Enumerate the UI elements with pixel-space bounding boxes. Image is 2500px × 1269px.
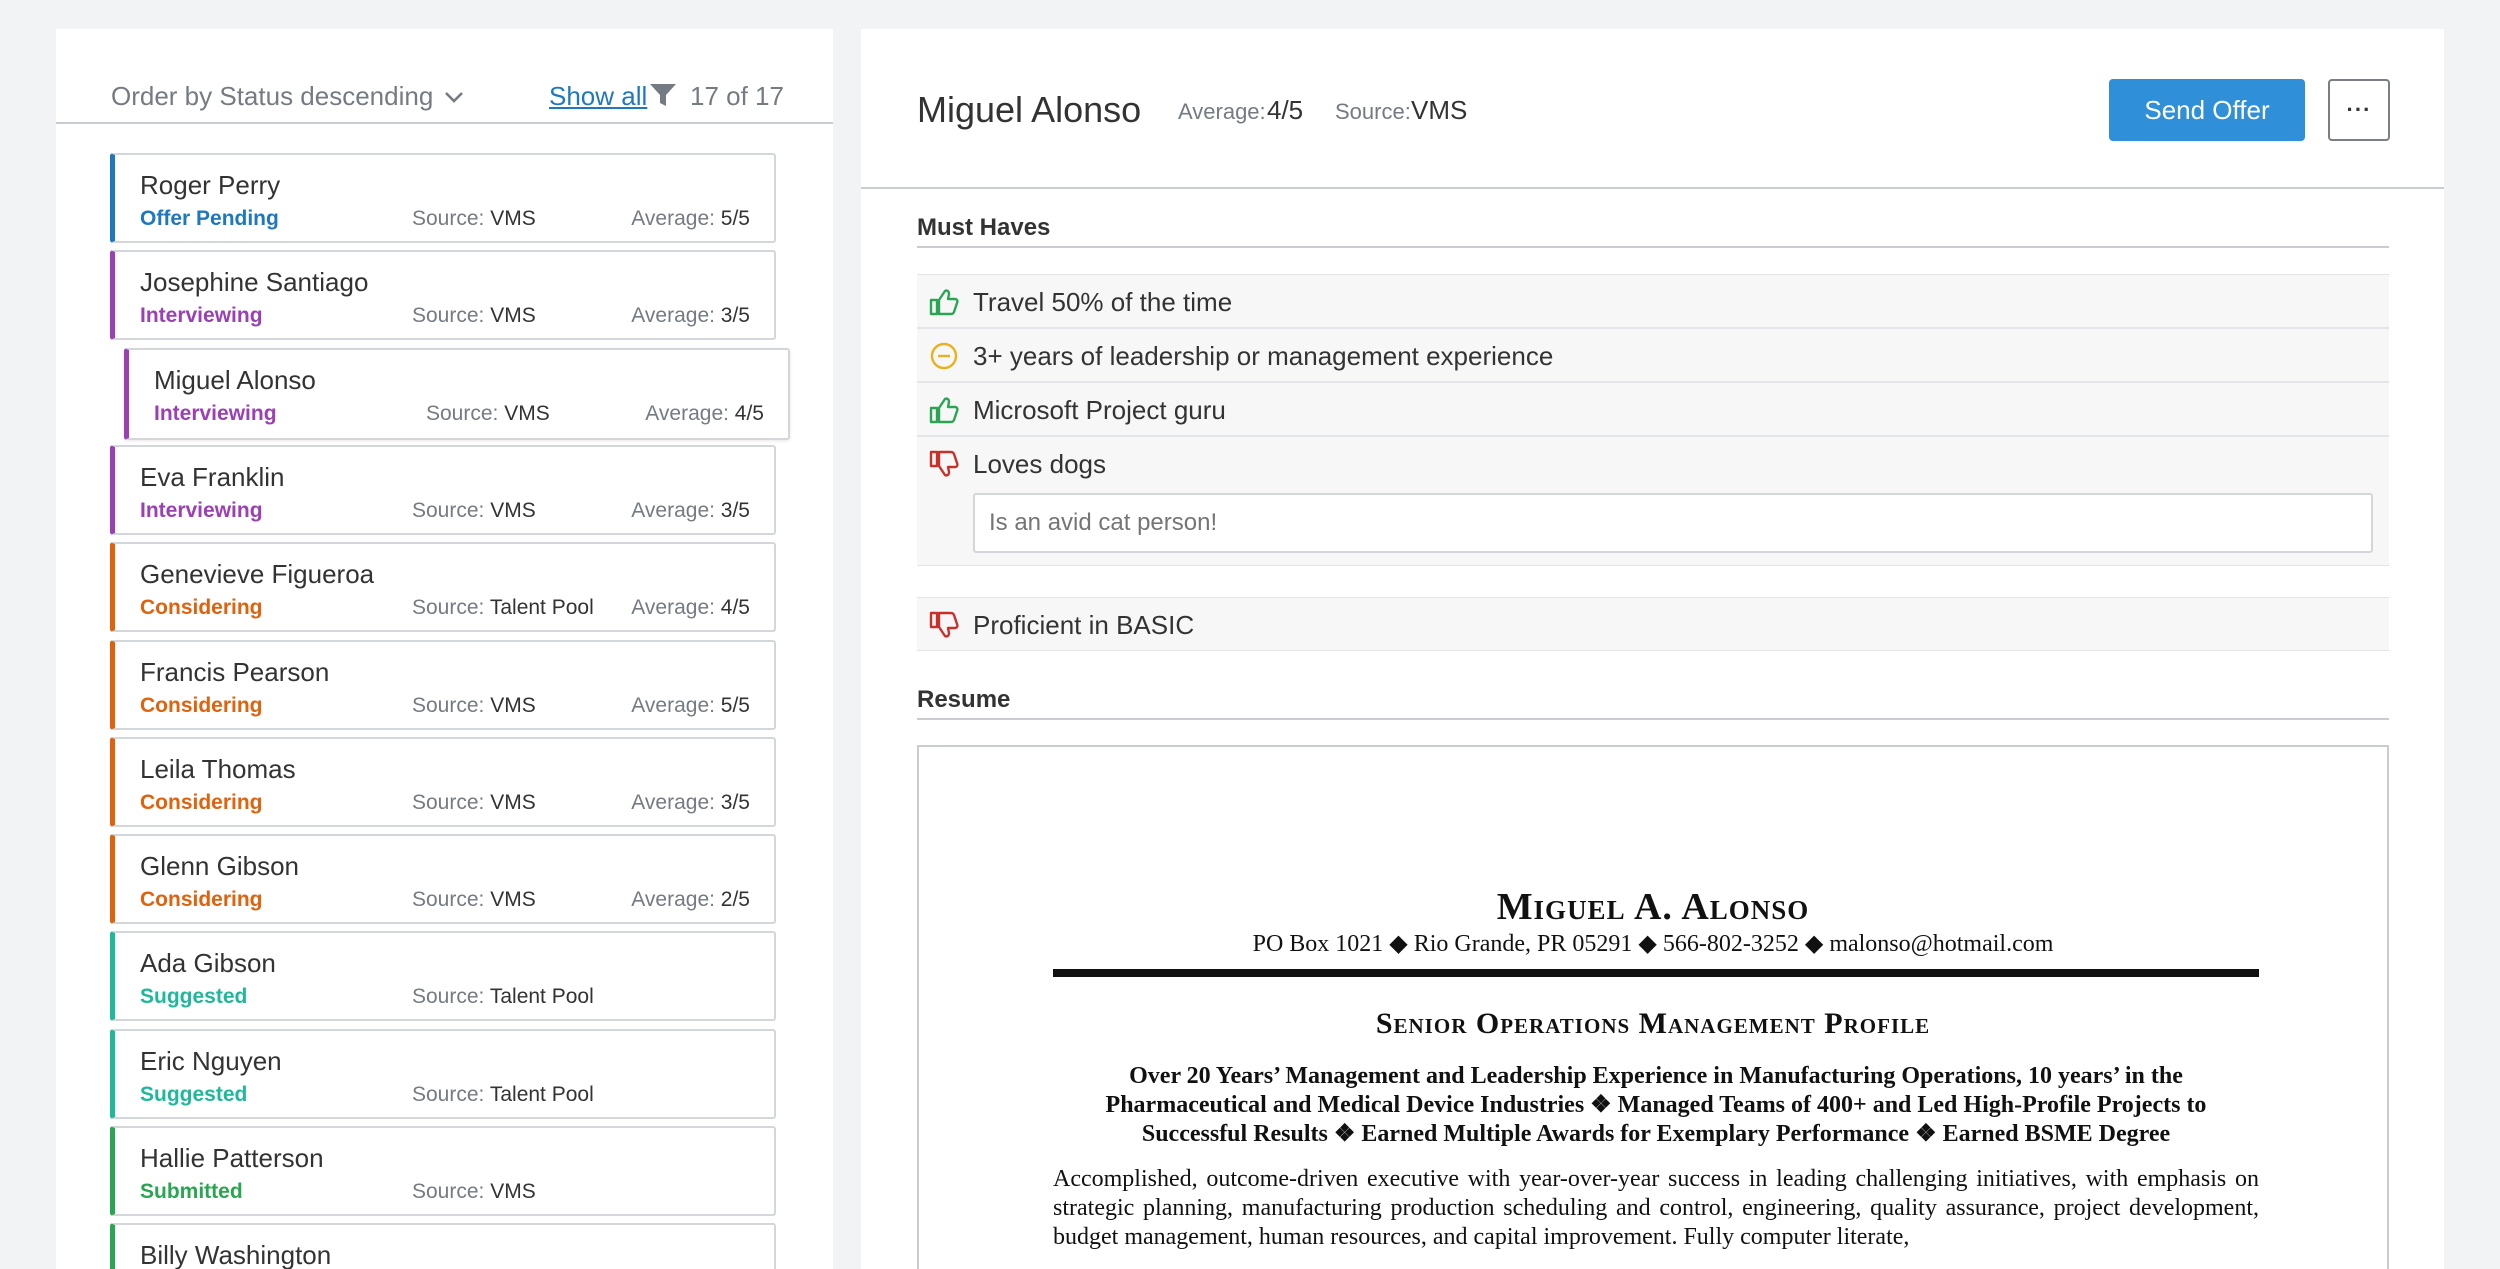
candidate-card[interactable]: Leila Thomas Considering Source: VMS Averag… xyxy=(110,736,776,827)
candidate-card-status: Suggested xyxy=(140,985,248,1009)
must-have-text: 3+ years of leadership or management exp… xyxy=(973,341,1554,371)
candidate-card-source: Source: VMS xyxy=(412,693,536,717)
candidate-list-panel: Order by Status descending Show all 17 o… xyxy=(56,29,833,1269)
candidate-card-average: Average: 5/5 xyxy=(631,207,750,230)
candidate-card-name: Roger Perry xyxy=(140,170,281,200)
resume-divider xyxy=(1053,969,2259,977)
detail-header: Miguel Alonso Average: 4/5 Source: VMS S… xyxy=(861,29,2444,189)
candidate-card-source: Source: Talent Pool xyxy=(412,596,594,620)
resume-contact: PO Box 1021 ◆ Rio Grande, PR 05291 ◆ 566… xyxy=(1252,931,2054,957)
candidate-card-source: Source: VMS xyxy=(412,498,536,522)
candidate-card[interactable]: Josephine Santiago Interviewing Source: VM… xyxy=(110,250,776,341)
must-have-comment-input[interactable] xyxy=(973,493,2373,553)
result-count: 17 of 17 xyxy=(690,81,784,111)
thumbs-up-icon[interactable] xyxy=(929,396,959,424)
resume-title: Resume xyxy=(917,686,2389,720)
candidate-card-status: Interviewing xyxy=(154,401,277,425)
candidate-card-status: Interviewing xyxy=(140,498,263,522)
candidate-card[interactable]: Miguel Alonso Interviewing Source: VMS Aver… xyxy=(124,347,790,440)
must-have-row: Microsoft Project guru xyxy=(917,382,2389,436)
candidate-name: Miguel Alonso xyxy=(917,89,1142,130)
candidate-card[interactable]: Ada Gibson Suggested Source: Talent Pool xyxy=(110,931,776,1022)
candidate-card-source: Source: VMS xyxy=(412,790,536,814)
must-have-text: Travel 50% of the time xyxy=(973,287,1233,317)
candidate-card-average: Average: 3/5 xyxy=(631,790,750,814)
candidate-card-status: Interviewing xyxy=(140,304,263,328)
candidate-card-name: Genevieve Figueroa xyxy=(140,559,375,590)
candidate-card-name: Ada Gibson xyxy=(140,948,276,979)
source-label: Source: xyxy=(1335,99,1411,124)
source-value: VMS xyxy=(1411,95,1468,125)
candidate-card-name: Francis Pearson xyxy=(140,656,330,687)
candidate-card-name: Josephine Santiago xyxy=(140,267,369,298)
must-have-row: Travel 50% of the time xyxy=(917,274,2389,328)
must-have-text: Loves dogs xyxy=(973,449,1106,479)
chevron-down-icon xyxy=(445,91,464,103)
thumbs-down-icon[interactable] xyxy=(929,450,959,478)
candidate-card-name: Eric Nguyen xyxy=(140,1045,282,1076)
candidate-card-name: Hallie Patterson xyxy=(140,1143,324,1173)
order-by-label: Order by Status descending xyxy=(111,81,434,111)
average-value: 4/5 xyxy=(1267,95,1304,125)
neutral-icon[interactable] xyxy=(929,342,959,370)
candidate-detail-panel: Miguel Alonso Average: 4/5 Source: VMS S… xyxy=(861,29,2444,1269)
resume-body: Accomplished, outcome-driven executive w… xyxy=(1053,1166,2259,1250)
candidate-card-name: Billy Washington xyxy=(140,1240,332,1269)
candidate-card-average: Average: 2/5 xyxy=(631,888,750,912)
candidate-card-source: Source: VMS xyxy=(412,888,536,912)
candidate-card-source: Source: VMS xyxy=(426,401,550,425)
candidate-card-average: Average: 3/5 xyxy=(631,304,750,328)
resume-viewer[interactable]: Miguel A. Alonso PO Box 1021 ◆ Rio Grand… xyxy=(917,745,2389,1269)
must-haves-title: Must Haves xyxy=(917,214,2389,248)
candidate-card-name: Miguel Alonso xyxy=(154,364,316,395)
thumbs-up-icon[interactable] xyxy=(929,288,959,316)
must-have-row: 3+ years of leadership or management exp… xyxy=(917,328,2389,382)
candidate-card-average: Average: 5/5 xyxy=(631,693,750,717)
must-have-row: Proficient in BASIC xyxy=(917,597,2389,651)
average-label: Average: xyxy=(1178,99,1266,124)
resume-profile-title: Senior Operations Management Profile xyxy=(1375,1007,1931,1040)
filter-icon[interactable] xyxy=(649,82,677,108)
candidate-card-status: Considering xyxy=(140,888,263,912)
candidate-card[interactable]: Glenn Gibson Considering Source: VMS Averag… xyxy=(110,834,776,925)
must-have-text: Proficient in BASIC xyxy=(973,610,1195,640)
send-offer-button[interactable]: Send Offer xyxy=(2109,79,2305,141)
candidate-card-source: Source: Talent Pool xyxy=(412,1082,594,1106)
resume-summary: Over 20 Years’ Management and Leadership… xyxy=(1105,1063,2207,1147)
candidate-card-status: Considering xyxy=(140,790,263,814)
candidate-card-average: Average: 4/5 xyxy=(631,596,750,620)
candidate-card-source: Source: VMS xyxy=(412,1180,536,1203)
candidate-card-status: Considering xyxy=(140,596,263,620)
more-options-button[interactable]: ··· xyxy=(2328,79,2390,141)
candidate-card[interactable]: Billy Washington xyxy=(110,1223,776,1269)
candidate-card-status: Submitted xyxy=(140,1180,243,1203)
order-by-dropdown[interactable]: Order by Status descending xyxy=(111,81,465,112)
show-all-link[interactable]: Show all xyxy=(549,81,647,112)
must-have-text: Microsoft Project guru xyxy=(973,395,1226,425)
candidate-card[interactable]: Roger Perry Offer Pending Source: VMS Avera… xyxy=(110,153,776,243)
candidate-card-source: Source: VMS xyxy=(412,304,536,328)
must-have-row: Loves dogs xyxy=(917,436,2389,566)
candidate-card-name: Leila Thomas xyxy=(140,753,296,784)
candidate-card-source: Source: VMS xyxy=(412,207,536,230)
candidate-card[interactable]: Eric Nguyen Suggested Source: Talent Pool xyxy=(110,1028,776,1119)
candidate-card[interactable]: Francis Pearson Considering Source: VMS Ave… xyxy=(110,639,776,730)
candidate-card[interactable]: Genevieve Figueroa Considering Source: Tal… xyxy=(110,542,776,633)
list-header: Order by Status descending Show all 17 o… xyxy=(56,29,833,124)
candidate-card-status: Considering xyxy=(140,693,263,717)
candidate-card-name: Eva Franklin xyxy=(140,461,285,492)
candidate-card-average: Average: 3/5 xyxy=(631,498,750,522)
candidate-card-status: Suggested xyxy=(140,1082,248,1106)
candidate-card-status: Offer Pending xyxy=(140,207,279,230)
candidate-card-name: Glenn Gibson xyxy=(140,851,299,882)
candidate-card-average: Average: 4/5 xyxy=(645,401,764,425)
thumbs-down-icon[interactable] xyxy=(929,611,959,639)
candidate-card[interactable]: Eva Franklin Interviewing Source: VMS Avera… xyxy=(110,444,776,535)
candidate-card-source: Source: Talent Pool xyxy=(412,985,594,1009)
candidate-card[interactable]: Hallie Patterson Submitted Source: VMS xyxy=(110,1126,776,1216)
resume-name: Miguel A. Alonso xyxy=(1496,886,1810,928)
